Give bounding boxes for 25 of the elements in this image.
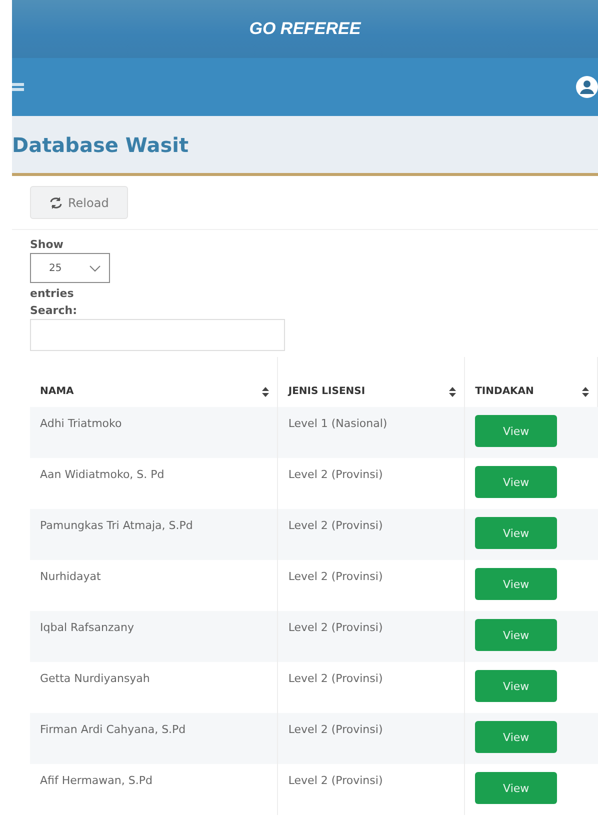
view-button[interactable]: View: [475, 721, 558, 753]
reload-icon: [49, 196, 63, 208]
view-button[interactable]: View: [475, 772, 558, 804]
reload-button[interactable]: Reload: [30, 186, 128, 219]
sort-icon[interactable]: [582, 387, 589, 397]
menu-icon[interactable]: [12, 83, 24, 91]
chevron-down-icon: [89, 264, 101, 272]
user-icon[interactable]: [576, 76, 598, 98]
sort-icon[interactable]: [449, 387, 456, 397]
search-field[interactable]: [30, 319, 285, 351]
search-label: Search:: [30, 304, 78, 317]
app-title: GO REFEREE: [249, 19, 361, 39]
view-button[interactable]: View: [475, 517, 558, 549]
view-button[interactable]: View: [475, 670, 558, 702]
entries-label: entries: [30, 287, 75, 300]
show-label: Show: [30, 238, 64, 251]
view-button[interactable]: View: [475, 466, 558, 498]
sort-icon[interactable]: [262, 387, 270, 397]
table-cell: Afif Hermawan, S.Pd: [30, 764, 278, 815]
page-title: Database Wasit: [12, 132, 189, 156]
view-button[interactable]: View: [475, 415, 558, 447]
view-button[interactable]: View: [475, 568, 558, 600]
entries-select[interactable]: 25: [30, 253, 110, 283]
view-button[interactable]: View: [475, 619, 558, 651]
table-cell: Level 2 (Provinsi): [278, 764, 465, 815]
